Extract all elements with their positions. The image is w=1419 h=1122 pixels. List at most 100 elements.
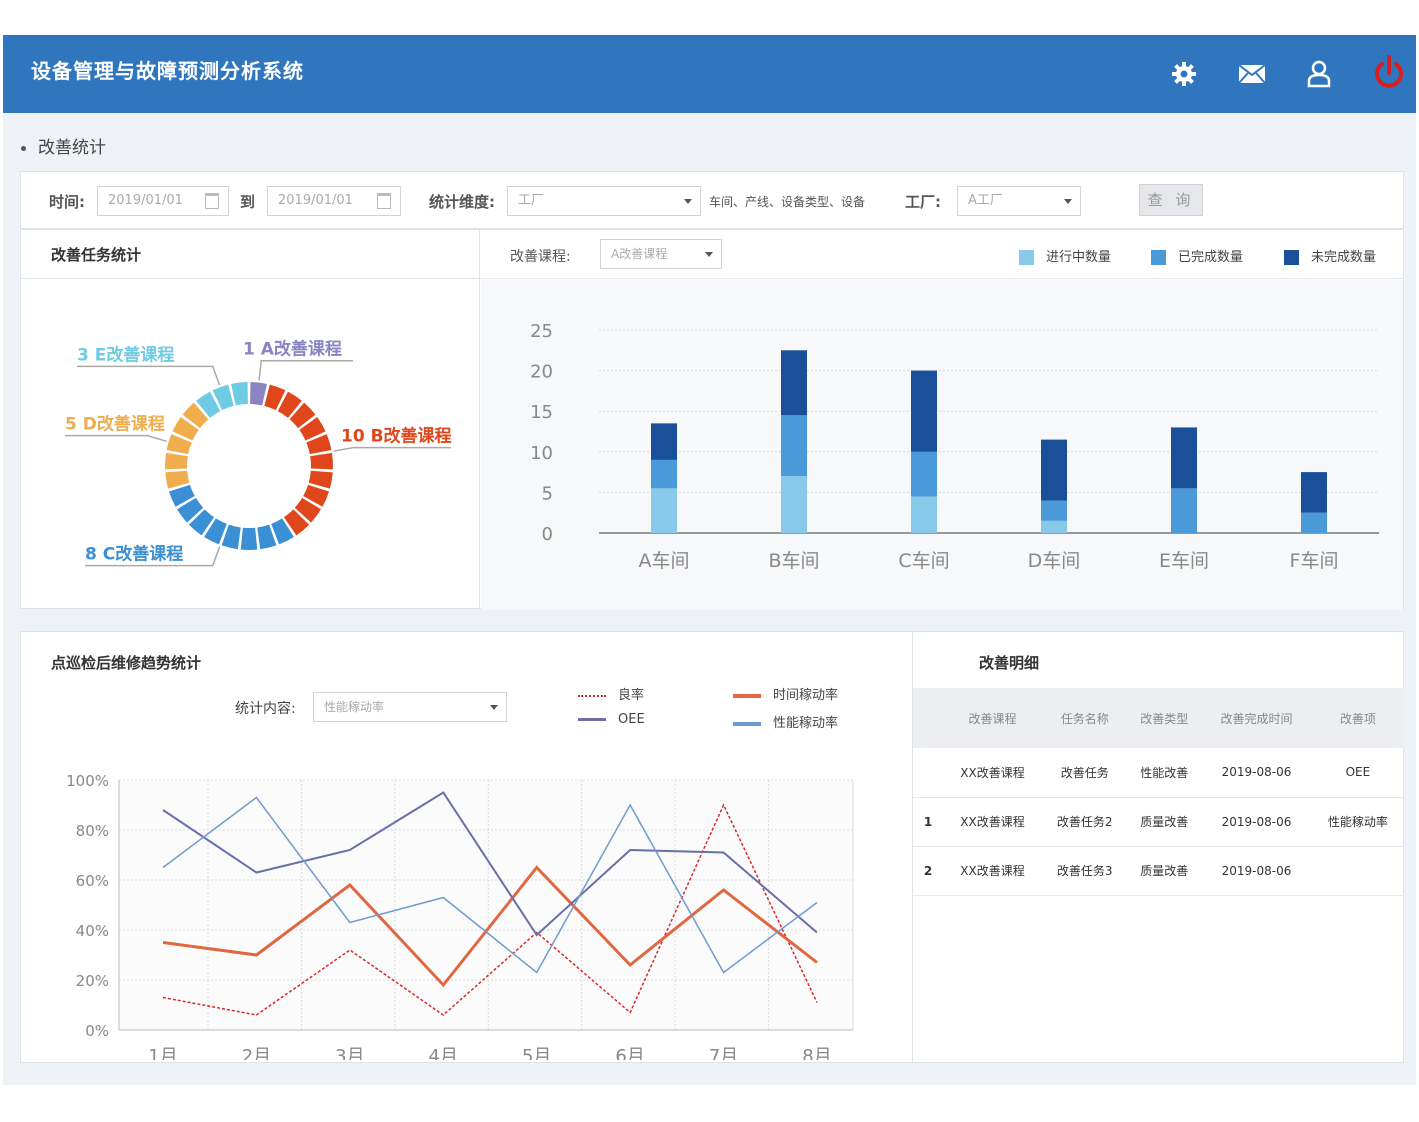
bar-segment[interactable] [1041,500,1067,521]
table-cell: XX改善课程 [943,846,1042,896]
time-label: 时间: [49,193,85,211]
table-cell: 质量改善 [1127,846,1202,896]
donut-slice[interactable] [308,470,333,489]
legend-label: 良率 [618,688,645,703]
app-window: 设备管理与故障预测分析系统 改善统计 时间: 2019/01/01 到 2019… [3,35,1416,1085]
x-tick-label: 6月 [615,1046,644,1060]
bar-segment[interactable] [781,350,807,416]
donut-label: 3 E改善课程 [77,344,174,365]
query-button[interactable]: 查 询 [1139,184,1203,216]
table-cell: OEE [1311,748,1404,798]
donut-label: 8 C改善课程 [85,544,183,565]
donut-slice[interactable] [165,452,188,470]
y-tick-label: 0% [85,1022,109,1040]
bar-segment[interactable] [1301,472,1327,513]
table-cell [1311,846,1404,896]
donut-slice[interactable] [240,527,258,550]
factory-select[interactable]: A工厂 [957,186,1081,216]
legend-label: 进行中数量 [1046,250,1112,265]
dimension-select[interactable]: 工厂 [507,186,701,216]
user-icon[interactable] [1302,57,1336,91]
legend-completed: 已完成数量 [1151,246,1243,265]
calendar-icon[interactable] [377,193,391,209]
legend-swatch [1284,250,1299,265]
dimension-label: 统计维度: [429,193,495,211]
mail-icon[interactable] [1235,57,1269,91]
bar-segment[interactable] [1171,488,1197,533]
x-tick-label: E车间 [1159,550,1209,572]
detail-panel: 改善明细 改善课程 任务名称 改善类型 改善完成时间 改善项 XX改善课程 改善… [912,631,1404,1063]
row-index: 1 [913,797,943,847]
legend-label: 未完成数量 [1311,250,1377,265]
row-index [913,748,943,798]
donut-slice[interactable] [165,470,190,489]
detail-table: 改善课程 任务名称 改善类型 改善完成时间 改善项 XX改善课程 改善任务 性能… [913,688,1404,896]
table-row[interactable]: XX改善课程 改善任务 性能改善 2019-08-06 OEE [913,748,1404,798]
y-tick-label: 80% [76,822,109,840]
donut-leader-line [77,365,221,386]
x-tick-label: 7月 [709,1046,738,1060]
x-tick-label: B车间 [768,550,819,572]
donut-slice[interactable] [231,382,248,406]
legend-time-util: 时间稼动率 [733,684,838,703]
bar-segment[interactable] [651,488,677,533]
detail-title: 改善明细 [979,654,1040,672]
legend-swatch [578,694,606,697]
bar-segment[interactable] [1041,439,1067,501]
table-header-index [913,688,943,748]
gear-icon[interactable] [1167,57,1201,91]
course-select[interactable]: A改善课程 [600,239,722,269]
y-tick-label: 40% [76,922,109,940]
bar-segment[interactable] [1041,520,1067,533]
table-header: 任务名称 [1041,688,1128,748]
breadcrumb: 改善统计 [21,133,106,158]
trend-title: 点巡检后维修趋势统计 [51,654,202,672]
power-icon[interactable] [1369,53,1409,93]
table-header: 改善项 [1311,688,1404,748]
chevron-down-icon [684,199,692,204]
date-to-input[interactable]: 2019/01/01 [267,186,401,216]
table-cell: 2019-08-06 [1201,748,1312,798]
table-cell: 2019-08-06 [1201,797,1312,847]
table-row[interactable]: 1 XX改善课程 改善任务2 质量改善 2019-08-06 性能稼动率 [913,797,1404,847]
table-row[interactable]: 2 XX改善课程 改善任务3 质量改善 2019-08-06 [913,846,1404,896]
x-tick-label: 5月 [522,1046,551,1060]
factory-value: A工厂 [968,193,1003,208]
factory-label: 工厂: [905,193,941,211]
bar-chart-panel: 改善课程: A改善课程 进行中数量 已完成数量 未完成数量 25 20 15 10 5 0… [479,229,1404,610]
bar-segment[interactable] [651,459,677,489]
table-cell: 质量改善 [1127,797,1202,847]
bar-segment[interactable] [911,370,937,452]
x-tick-label: 8月 [802,1046,831,1060]
donut-leader-line [65,434,167,443]
table-cell: 2019-08-06 [1201,846,1312,896]
y-tick-label: 20% [76,972,109,990]
x-tick-label: A车间 [639,550,690,572]
donut-slice[interactable] [310,452,333,470]
calendar-icon[interactable] [205,193,219,209]
to-label: 到 [240,193,256,211]
x-tick-label: 2月 [242,1046,271,1060]
task-stats-title: 改善任务统计 [51,246,142,264]
bar-segment[interactable] [911,451,937,497]
bar-segment[interactable] [781,476,807,533]
y-tick-label: 25 [530,321,553,342]
filter-bar: 时间: 2019/01/01 到 2019/01/01 统计维度: 工厂 车间、… [20,171,1404,229]
y-tick-label: 5 [542,483,553,504]
chevron-down-icon [490,705,498,710]
bar-segment[interactable] [1171,427,1197,489]
y-tick-label: 0 [542,524,553,545]
date-from-input[interactable]: 2019/01/01 [97,186,229,216]
y-tick-label: 60% [76,872,109,890]
task-stats-panel: 改善任务统计 1 A改善课程 10 B改善课程 8 C改善课程 5 D改善课程 3 E改… [20,229,480,609]
content-select[interactable]: 性能稼动率 [313,692,507,722]
x-tick-label: 4月 [429,1046,458,1060]
x-tick-label: 1月 [148,1046,177,1060]
donut-slice[interactable] [250,382,267,406]
bar-segment[interactable] [911,496,937,533]
trend-panel: 点巡检后维修趋势统计 统计内容: 性能稼动率 良率 时间稼动率 OEE 性能稼动… [20,631,913,1063]
bar-segment[interactable] [1301,512,1327,533]
donut-chart: 1 A改善课程 10 B改善课程 8 C改善课程 5 D改善课程 3 E改善课程 [65,339,452,567]
bar-segment[interactable] [781,415,807,477]
bar-segment[interactable] [651,423,677,460]
